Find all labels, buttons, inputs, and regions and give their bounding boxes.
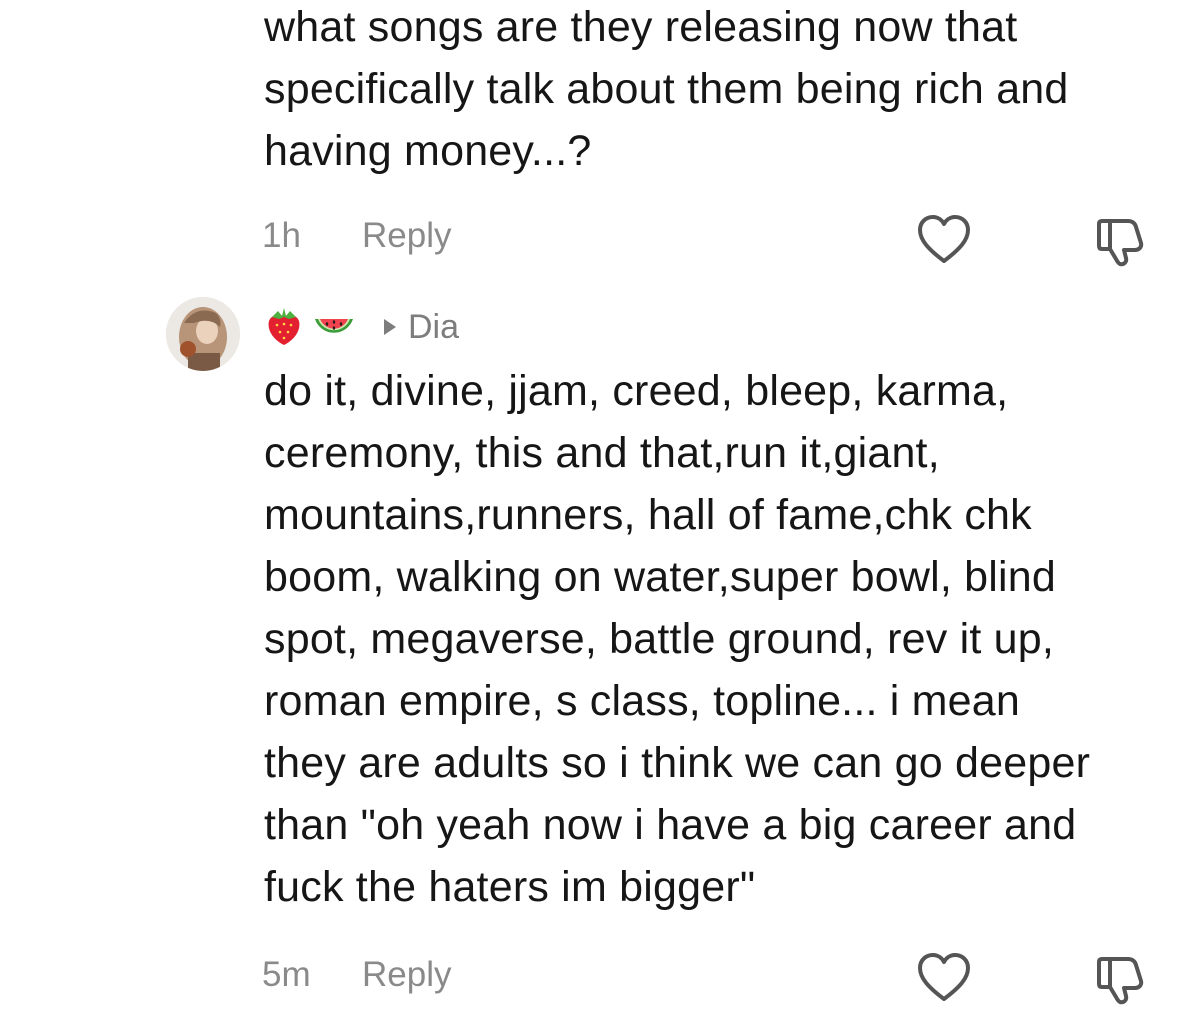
strawberry-icon bbox=[268, 308, 300, 345]
dislike-icon[interactable] bbox=[1092, 951, 1146, 1005]
reply-to-username[interactable]: Dia bbox=[408, 308, 459, 347]
comment-text: what songs are they releasing now that s… bbox=[264, 3, 1069, 175]
dislike-icon[interactable] bbox=[1092, 213, 1146, 267]
comment-header: Dia bbox=[262, 300, 459, 354]
avatar[interactable] bbox=[166, 297, 240, 371]
comment-text: do it, divine, jjam, creed, bleep, karma… bbox=[264, 367, 1091, 911]
heart-icon[interactable] bbox=[916, 214, 972, 266]
watermelon-icon bbox=[315, 319, 353, 333]
comment-timestamp: 5m bbox=[262, 955, 311, 994]
reply-arrow-icon bbox=[384, 319, 396, 335]
reply-button[interactable]: Reply bbox=[362, 955, 451, 995]
comment-timestamp: 1h bbox=[262, 216, 301, 255]
reply-button[interactable]: Reply bbox=[362, 216, 451, 256]
heart-icon[interactable] bbox=[916, 952, 972, 1004]
